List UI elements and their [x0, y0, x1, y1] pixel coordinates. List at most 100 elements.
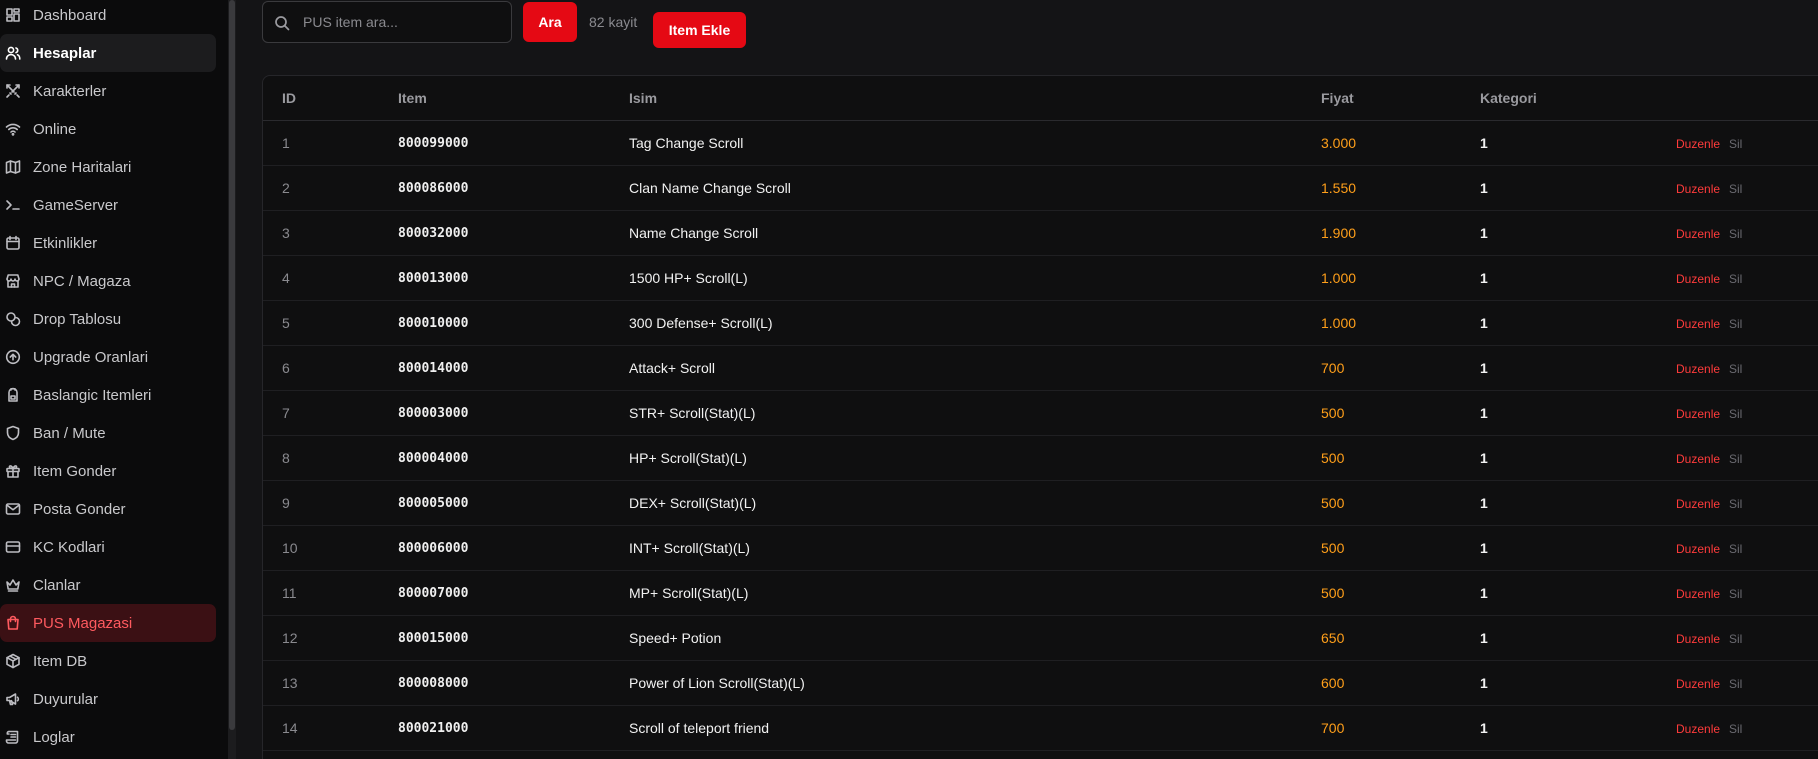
search-input[interactable] — [303, 2, 503, 42]
cell-category: 1 — [1480, 405, 1488, 421]
sidebar-item-etkinlikler[interactable]: Etkinlikler — [0, 224, 216, 262]
delete-button[interactable]: Sil — [1729, 722, 1742, 736]
search-box[interactable] — [262, 1, 512, 43]
sidebar-item-pus-magazasi[interactable]: PUS Magazasi — [0, 604, 216, 642]
edit-button[interactable]: Duzenle — [1676, 677, 1720, 691]
cell-price: 500 — [1321, 495, 1345, 511]
sidebar-item-gameserver[interactable]: GameServer — [0, 186, 216, 224]
sidebar-item-posta-gonder[interactable]: Posta Gonder — [0, 490, 216, 528]
sidebar-item-upgrade-oranlari[interactable]: Upgrade Oranlari — [0, 338, 216, 376]
sidebar-item-loglar[interactable]: Loglar — [0, 718, 216, 756]
sidebar-item-label: KC Kodlari — [33, 538, 105, 556]
sidebar-item-dashboard[interactable]: Dashboard — [0, 0, 216, 34]
add-item-button[interactable]: Item Ekle — [653, 12, 746, 48]
sidebar-item-karakterler[interactable]: Karakterler — [0, 72, 216, 110]
delete-button[interactable]: Sil — [1729, 632, 1742, 646]
sidebar-item-online[interactable]: Online — [0, 110, 216, 148]
search-button[interactable]: Ara — [523, 2, 577, 42]
users-icon — [5, 45, 21, 61]
sidebar-item-label: Upgrade Oranlari — [33, 348, 149, 366]
sidebar-scrollbar[interactable] — [228, 0, 236, 759]
sidebar-item-zone-haritalari[interactable]: Zone Haritalari — [0, 148, 216, 186]
cell-price: 1.000 — [1321, 270, 1357, 286]
cell-id: 7 — [282, 405, 290, 421]
table-row: 12 800015000 Speed+ Potion 650 1 Duzenle Sil — [263, 616, 1818, 661]
edit-button[interactable]: Duzenle — [1676, 137, 1720, 151]
cell-id: 14 — [282, 720, 298, 736]
coins-icon — [5, 311, 21, 327]
cell-category: 1 — [1480, 225, 1488, 241]
cell-id: 12 — [282, 630, 298, 646]
sidebar-item-label: NPC / Magaza — [33, 272, 131, 290]
header-item[interactable]: Item — [398, 90, 427, 106]
cell-item-code: 800086000 — [398, 181, 469, 196]
edit-button[interactable]: Duzenle — [1676, 317, 1720, 331]
delete-button[interactable]: Sil — [1729, 407, 1742, 421]
sidebar-item-kc-kodlari[interactable]: KC Kodlari — [0, 528, 216, 566]
edit-button[interactable]: Duzenle — [1676, 587, 1720, 601]
sidebar-item-baslangic-itemleri[interactable]: Baslangic Itemleri — [0, 376, 216, 414]
delete-button[interactable]: Sil — [1729, 497, 1742, 511]
sidebar-item-hesaplar[interactable]: Hesaplar — [0, 34, 216, 72]
header-price[interactable]: Fiyat — [1321, 90, 1354, 106]
sidebar-scrollbar-thumb[interactable] — [229, 0, 235, 730]
sidebar-item-ban-mute[interactable]: Ban / Mute — [0, 414, 216, 452]
cell-name: STR+ Scroll(Stat)(L) — [629, 405, 756, 421]
delete-button[interactable]: Sil — [1729, 227, 1742, 241]
cell-price: 600 — [1321, 675, 1345, 691]
sidebar: Dashboard Hesaplar Karakterler Online Zone H… — [0, 0, 228, 759]
delete-button[interactable]: Sil — [1729, 272, 1742, 286]
delete-button[interactable]: Sil — [1729, 452, 1742, 466]
edit-button[interactable]: Duzenle — [1676, 272, 1720, 286]
sidebar-item-label: Zone Haritalari — [33, 158, 132, 176]
cell-price: 700 — [1321, 720, 1345, 736]
store-icon — [5, 273, 21, 289]
edit-button[interactable]: Duzenle — [1676, 182, 1720, 196]
edit-button[interactable]: Duzenle — [1676, 632, 1720, 646]
cell-price: 700 — [1321, 360, 1345, 376]
cell-category: 1 — [1480, 630, 1488, 646]
edit-button[interactable]: Duzenle — [1676, 452, 1720, 466]
sidebar-item-npc-magaza[interactable]: NPC / Magaza — [0, 262, 216, 300]
edit-button[interactable]: Duzenle — [1676, 407, 1720, 421]
cell-id: 1 — [282, 135, 290, 151]
delete-button[interactable]: Sil — [1729, 677, 1742, 691]
sidebar-item-label: Baslangic Itemleri — [33, 386, 152, 404]
terminal-icon — [5, 197, 21, 213]
edit-button[interactable]: Duzenle — [1676, 227, 1720, 241]
delete-button[interactable]: Sil — [1729, 542, 1742, 556]
cell-price: 500 — [1321, 540, 1345, 556]
edit-button[interactable]: Duzenle — [1676, 362, 1720, 376]
header-name[interactable]: Isim — [629, 90, 657, 106]
delete-button[interactable]: Sil — [1729, 137, 1742, 151]
table-row: 6 800014000 Attack+ Scroll 700 1 Duzenle Sil — [263, 346, 1818, 391]
cell-category: 1 — [1480, 180, 1488, 196]
edit-button[interactable]: Duzenle — [1676, 542, 1720, 556]
delete-button[interactable]: Sil — [1729, 362, 1742, 376]
cell-name: Attack+ Scroll — [629, 360, 715, 376]
dashboard-icon — [5, 7, 21, 23]
items-table: ID Item Isim Fiyat Kategori 1 800099000 Ta… — [262, 75, 1818, 759]
sidebar-item-item-db[interactable]: Item DB — [0, 642, 216, 680]
cell-name: Name Change Scroll — [629, 225, 759, 241]
edit-button[interactable]: Duzenle — [1676, 722, 1720, 736]
delete-button[interactable]: Sil — [1729, 587, 1742, 601]
table-row: 13 800008000 Power of Lion Scroll(Stat)(L)… — [263, 661, 1818, 706]
delete-button[interactable]: Sil — [1729, 317, 1742, 331]
table-row: 4 800013000 1500 HP+ Scroll(L) 1.000 1 Duzenl… — [263, 256, 1818, 301]
header-id[interactable]: ID — [282, 90, 296, 106]
cell-name: 300 Defense+ Scroll(L) — [629, 315, 773, 331]
sidebar-item-label: Posta Gonder — [33, 500, 126, 518]
sidebar-item-drop-tablosu[interactable]: Drop Tablosu — [0, 300, 216, 338]
header-category[interactable]: Kategori — [1480, 90, 1537, 106]
sidebar-item-duyurular[interactable]: Duyurular — [0, 680, 216, 718]
cell-id: 8 — [282, 450, 290, 466]
delete-button[interactable]: Sil — [1729, 182, 1742, 196]
cell-item-code: 800005000 — [398, 496, 469, 511]
cell-category: 1 — [1480, 270, 1488, 286]
cell-item-code: 800004000 — [398, 451, 469, 466]
sidebar-item-clanlar[interactable]: Clanlar — [0, 566, 216, 604]
edit-button[interactable]: Duzenle — [1676, 497, 1720, 511]
cell-id: 11 — [282, 585, 297, 601]
sidebar-item-item-gonder[interactable]: Item Gonder — [0, 452, 216, 490]
